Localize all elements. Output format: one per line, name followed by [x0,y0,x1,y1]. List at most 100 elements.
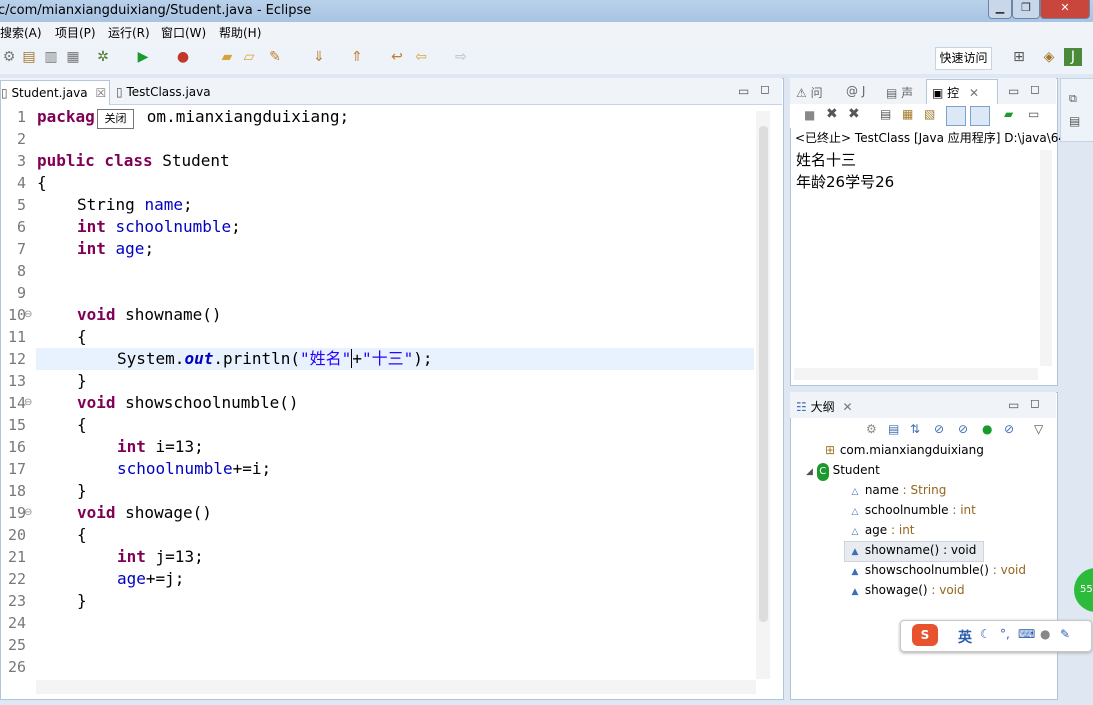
line-number: 18 [7,482,26,500]
tab-label: 大纲 [810,400,835,414]
outline-item-package[interactable]: ⊞ com.mianxiangduixiang [824,441,984,459]
run-icon[interactable]: ▶ [134,48,152,66]
menu-run[interactable]: 运行(R) [108,24,150,41]
open-perspective-icon[interactable]: ⊞ [1010,48,1028,66]
forward-icon[interactable]: ⇨ [452,48,470,66]
sogou-logo-icon[interactable]: S [912,624,938,646]
minimize-view-icon[interactable]: ▭ [1008,84,1019,98]
tab-problems[interactable]: ⚠ 问 [796,84,823,101]
line-number: 15 [7,416,26,434]
tab-javadoc[interactable]: @ J [846,84,865,98]
outline-item-field[interactable]: △ age : int [849,521,915,539]
ime-language[interactable]: 英 [958,627,972,647]
outline-item-method[interactable]: ▲ showschoolnumble() : void [849,561,1026,579]
fold-icon[interactable]: ⊖ [24,507,32,518]
editor-scroll-thumb[interactable] [759,126,768,622]
next-annotation-icon[interactable]: ⇓ [310,48,328,66]
last-edit-icon[interactable]: ↩ [388,48,406,66]
quick-access-field[interactable]: 快速访问 [935,47,992,70]
close-window-button[interactable]: ✕ [1040,0,1090,19]
maximize-view-icon[interactable]: ◻ [1030,82,1040,96]
terminate-icon[interactable]: ■ [804,108,815,122]
remove-launch-icon[interactable]: ✖ [826,106,838,122]
fold-icon[interactable]: ⊖ [24,309,32,320]
code-line: void showname() [77,304,222,326]
tab-student-java[interactable]: ▯ Student.java ☒ [0,80,110,105]
outline-item-class[interactable]: ◢ C Student [806,461,880,481]
word-wrap-icon[interactable]: ▧ [924,107,935,121]
code-text: .println( [213,349,301,368]
task-list-icon[interactable]: ▤ [1069,114,1080,128]
field-name: age [115,239,145,258]
minimize-button[interactable]: ▁ [988,0,1012,19]
tab-outline[interactable]: ☷ 大纲 ✕ [796,398,853,415]
minimize-view-icon[interactable]: ▭ [1008,398,1019,412]
debug-icon[interactable]: ✲ [94,48,112,66]
link-icon[interactable]: ▤ [888,422,899,436]
menu-window[interactable]: 窗口(W) [161,24,206,41]
console-vertical-scrollbar[interactable] [1040,150,1052,366]
pencil-icon[interactable]: ✎ [266,48,284,66]
menu-help[interactable]: 帮助(H) [219,24,261,41]
back-icon[interactable]: ⇦ [412,48,430,66]
moon-icon[interactable]: ☾ [980,627,991,641]
hide-fields-icon[interactable]: ⊘ [934,422,944,436]
maximize-view-icon[interactable]: ◻ [1030,396,1040,410]
code-text: String [77,195,145,214]
display-console-icon[interactable] [970,106,990,126]
keyword: int [77,239,116,258]
prev-annotation-icon[interactable]: ⇑ [348,48,366,66]
outline-item-field[interactable]: △ schoolnumble : int [849,501,976,519]
outline-item-method[interactable]: ▲ showage() : void [849,581,965,599]
menu-project[interactable]: 项目(P) [55,24,96,41]
print-icon[interactable]: ▥ [42,48,60,66]
view-menu-icon[interactable]: ▽ [1034,422,1043,436]
user-icon[interactable]: ● [1040,627,1050,641]
expand-icon[interactable]: ◢ [806,467,813,477]
scroll-lock-icon[interactable]: ▦ [902,107,913,121]
fold-icon[interactable]: ⊖ [24,397,32,408]
wrench-icon[interactable]: ✎ [1060,627,1070,641]
tab-console[interactable]: ▣ 控 ✕ [932,84,979,101]
hide-non-public-icon[interactable]: ● [982,422,992,436]
outline-item-field[interactable]: △ name : String [849,481,947,499]
remove-all-icon[interactable]: ✖ [848,106,860,122]
console-menu-icon[interactable]: ▭ [1028,107,1039,121]
tab-declaration[interactable]: ▤ 声 [886,84,913,101]
speed-badge[interactable]: 55 [1074,568,1093,612]
restore-button[interactable]: ❐ [1012,0,1040,19]
properties-icon[interactable]: ▦ [64,48,82,66]
hide-static-icon[interactable]: ⊘ [958,422,968,436]
minimize-view-icon[interactable]: ▭ [738,84,749,98]
open-folder-icon[interactable]: ▱ [240,48,258,66]
tab-testclass-java[interactable]: ▯ TestClass.java [116,80,211,104]
sort-icon[interactable]: ⇅ [910,422,920,436]
close-tab-icon[interactable]: ☒ [95,86,106,100]
menu-search[interactable]: 搜索(A) [0,24,42,41]
close-tab-icon[interactable]: ✕ [969,86,979,100]
collapse-all-icon[interactable]: ⚙ [866,422,877,436]
pin-console-icon[interactable] [946,106,966,126]
tool-icon[interactable]: ⚙ [0,48,18,66]
restore-view-icon[interactable]: ⧉ [1069,92,1077,106]
hide-local-types-icon[interactable]: ⊘ [1004,422,1014,436]
external-tools-icon[interactable]: ● [174,48,192,66]
editor-horizontal-scrollbar[interactable] [36,680,756,694]
maximize-view-icon[interactable]: ◻ [760,82,770,96]
class-icon: C [816,463,829,481]
new-folder-icon[interactable]: ▰ [218,48,236,66]
console-horizontal-scrollbar[interactable] [794,368,1038,380]
close-tooltip: 关闭 [97,109,134,129]
keyboard-icon[interactable]: ⌨ [1018,627,1035,641]
clear-console-icon[interactable]: ▤ [880,107,891,121]
save-icon[interactable]: ▤ [20,48,38,66]
punctuation-icon[interactable]: °, [1000,627,1010,641]
tab-label: 声 [901,86,914,100]
close-tab-icon[interactable]: ✕ [842,400,852,414]
outline-item-method[interactable]: ▲ showname() : void [849,541,977,559]
java-perspective-icon[interactable]: J [1064,48,1082,66]
open-console-icon[interactable]: ▰ [1004,107,1013,121]
outline-type: : void [939,543,977,557]
keyword: void [77,305,116,324]
java-ee-perspective-icon[interactable]: ◈ [1040,48,1058,66]
